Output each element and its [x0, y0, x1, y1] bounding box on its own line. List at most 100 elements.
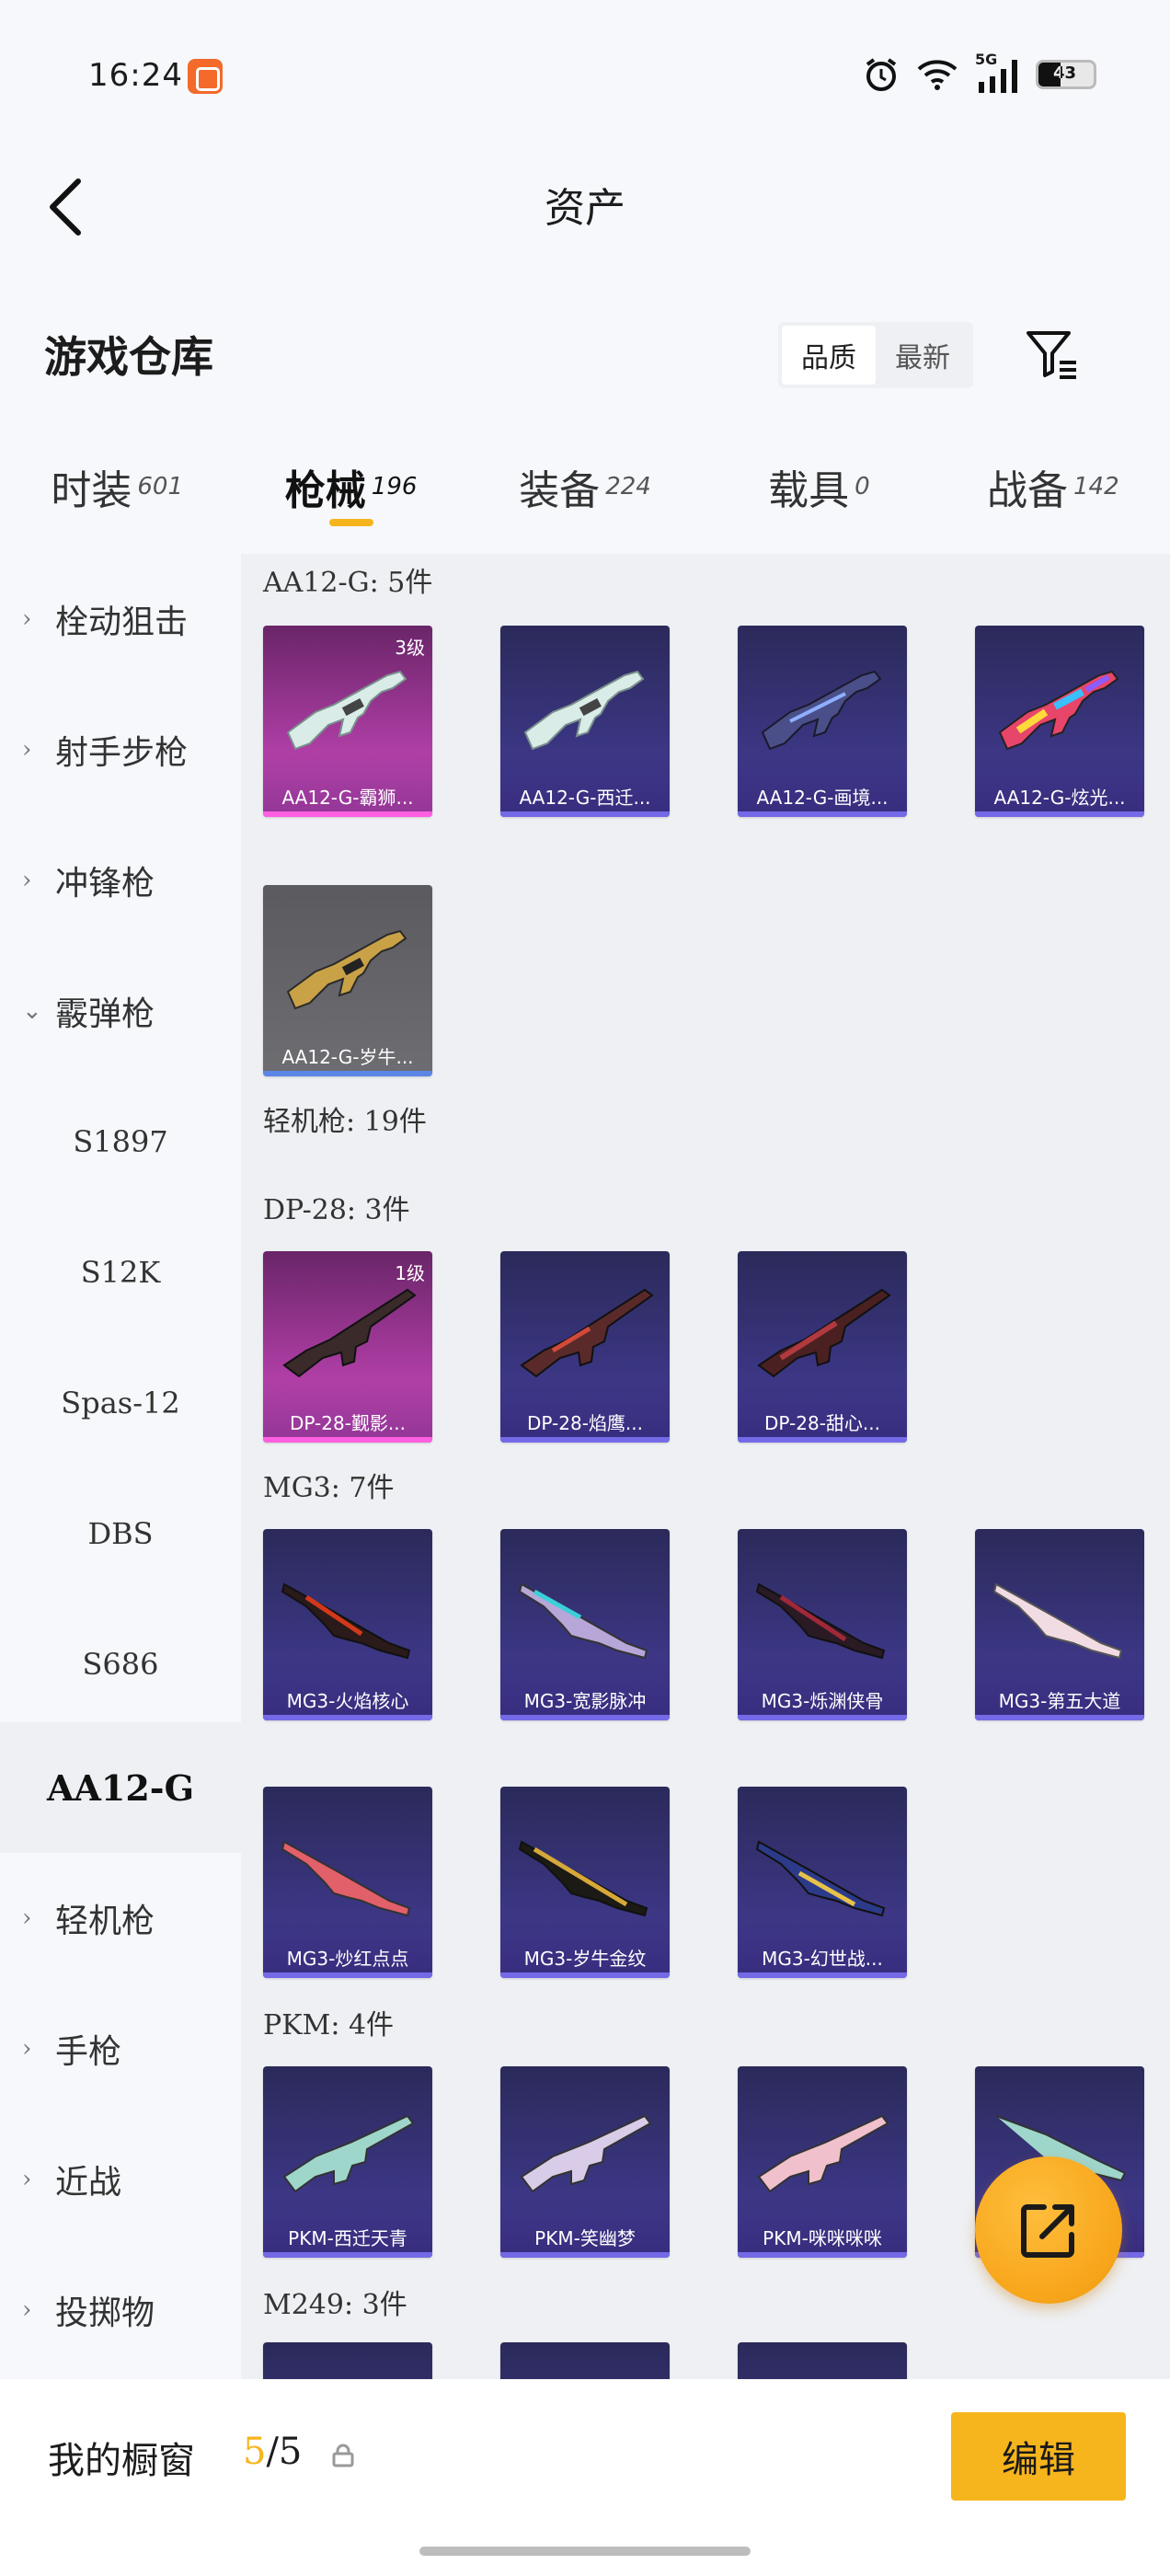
warehouse-title: 游戏仓库	[44, 332, 213, 382]
weapon-image	[283, 1289, 416, 1377]
share-icon	[1021, 2204, 1074, 2258]
item-card[interactable]: DP-28-甜心...	[738, 1251, 907, 1443]
weapon-image	[755, 1840, 886, 1917]
item-card[interactable]: AA12-G-岁牛...	[263, 885, 432, 1076]
weapon-image	[520, 1288, 654, 1378]
item-name: AA12-G-岁牛...	[281, 1046, 414, 1068]
item-card[interactable]: MG3-烁渊侠骨	[738, 1529, 907, 1720]
status-icons: 5G 43	[863, 51, 1096, 96]
tab-count: 601	[137, 473, 184, 500]
sidebar-subitem-s686[interactable]: S686	[0, 1599, 241, 1730]
item-name: PKM-笑幽梦	[534, 2227, 636, 2249]
item-name: AA12-G-霸狮...	[281, 787, 414, 809]
weapon-image	[524, 671, 644, 750]
item-card[interactable]: MG3-火焰核心	[263, 1529, 432, 1720]
tab-count: 0	[855, 473, 870, 500]
tab-count: 224	[605, 473, 651, 500]
sort-quality-button[interactable]: 品质	[782, 326, 876, 385]
group-label-lmg: 轻机枪: 19件	[263, 1106, 427, 1138]
status-bar: 16:24 5G 43	[0, 0, 1170, 147]
filter-button[interactable]	[1023, 326, 1082, 385]
active-tab-indicator	[328, 519, 373, 526]
edit-button[interactable]: 编辑	[951, 2412, 1126, 2501]
item-name: AA12-G-炫光...	[993, 787, 1126, 809]
sidebar-item-label: 射手步枪	[55, 734, 189, 772]
weapon-image	[281, 1840, 411, 1917]
item-name: MG3-烁渊侠骨	[761, 1690, 884, 1712]
sidebar-subitem-dbs[interactable]: DBS	[0, 1468, 241, 1599]
item-card[interactable]: DP-28-焰鹰...	[500, 1251, 670, 1443]
item-name: MG3-幻世战...	[762, 1948, 883, 1970]
sidebar-item-label: 栓动狙击	[55, 604, 189, 641]
item-card[interactable]: AA12-G-画境...	[738, 626, 907, 817]
item-card[interactable]: PKM-西迁天青	[263, 2066, 432, 2258]
sort-newest-button[interactable]: 最新	[876, 326, 969, 385]
item-card[interactable]: MG3-炒红点点	[263, 1787, 432, 1978]
chevron-down-icon: ⌄	[22, 997, 42, 1025]
tab-label: 装备	[519, 467, 601, 514]
share-fab[interactable]	[975, 2156, 1122, 2304]
sidebar-item-throwables[interactable]: › 投掷物	[0, 2245, 241, 2375]
sidebar-subitem-s1897[interactable]: S1897	[0, 1076, 241, 1207]
sidebar-item-pistol[interactable]: › 手枪	[0, 1984, 241, 2114]
sidebar-item-label: 冲锋枪	[55, 865, 155, 903]
sidebar-item-lmg[interactable]: › 轻机枪	[0, 1853, 241, 1984]
sidebar-item-melee[interactable]: › 近战	[0, 2114, 241, 2245]
weapon-image	[518, 1840, 648, 1917]
sidebar-item-smg[interactable]: › 冲锋枪	[0, 815, 241, 946]
tab-outfits[interactable]: 时装 601	[0, 420, 234, 554]
item-card[interactable]: MG3-岁牛金纹	[500, 1787, 670, 1978]
tab-equipment[interactable]: 装备 224	[468, 420, 702, 554]
sidebar-item-bolt-sniper[interactable]: › 栓动狙击	[0, 554, 241, 684]
item-name: MG3-第五大道	[998, 1690, 1121, 1712]
sidebar-subitem-spas12[interactable]: Spas-12	[0, 1338, 241, 1468]
tab-count: 142	[1073, 473, 1119, 500]
item-card[interactable]	[500, 2342, 670, 2379]
item-name: DP-28-觐影...	[290, 1412, 406, 1434]
level-badge: 3级	[395, 637, 425, 659]
showcase-label: 我的橱窗	[48, 2440, 195, 2482]
weapon-image	[520, 2114, 652, 2193]
tab-label: 载具	[768, 467, 850, 514]
sidebar-item-label: 近战	[55, 2164, 122, 2202]
item-card[interactable]: 3级 AA12-G-霸狮...	[263, 626, 432, 817]
weapon-type-sidebar: › 栓动狙击 › 射手步枪 › 冲锋枪 ⌄ 霰弹枪 S1897 S12K Spas-12…	[0, 554, 241, 2379]
chevron-right-icon: ›	[22, 2035, 32, 2063]
item-card[interactable]: MG3-幻世战...	[738, 1787, 907, 1978]
item-card[interactable]: MG3-宽影脉冲	[500, 1529, 670, 1720]
item-card[interactable]: AA12-G-西迁...	[500, 626, 670, 817]
item-card[interactable]	[263, 2342, 432, 2379]
page-title: 资产	[545, 185, 625, 232]
status-time: 16:24	[88, 57, 183, 94]
showcase-current: 5	[243, 2431, 267, 2473]
tab-vehicles[interactable]: 载具 0	[702, 420, 935, 554]
item-card[interactable]: PKM-笑幽梦	[500, 2066, 670, 2258]
item-card[interactable]	[738, 2342, 907, 2379]
sidebar-subitem-aa12g[interactable]: AA12-G	[0, 1722, 241, 1853]
chevron-right-icon: ›	[22, 605, 32, 633]
item-name: DP-28-焰鹰...	[527, 1412, 643, 1434]
battery-level: 43	[1053, 63, 1077, 83]
home-indicator[interactable]	[419, 2547, 751, 2556]
tab-label: 枪械	[284, 467, 366, 514]
item-card[interactable]: PKM-咪咪咪咪	[738, 2066, 907, 2258]
item-card[interactable]: 1级 DP-28-觐影...	[263, 1251, 432, 1443]
sidebar-item-dmr[interactable]: › 射手步枪	[0, 684, 241, 815]
group-label-pkm: PKM: 4件	[263, 2009, 395, 2041]
item-name: MG3-火焰核心	[286, 1690, 409, 1712]
item-card[interactable]: MG3-第五大道	[975, 1529, 1144, 1720]
sidebar-item-shotgun[interactable]: ⌄ 霰弹枪	[0, 946, 241, 1076]
item-card[interactable]: AA12-G-炫光...	[975, 626, 1144, 817]
sidebar-subitem-s12k[interactable]: S12K	[0, 1207, 241, 1338]
weapon-image	[281, 1582, 411, 1660]
signal-icon: 5G	[975, 51, 1019, 93]
group-label-dp28: DP-28: 3件	[263, 1194, 410, 1226]
weapon-image	[286, 929, 407, 1010]
item-name: MG3-宽影脉冲	[523, 1690, 647, 1712]
tab-label: 战备	[987, 467, 1068, 514]
tab-guns[interactable]: 枪械 196	[234, 420, 467, 554]
weapon-image	[998, 670, 1119, 751]
item-name: PKM-咪咪咪咪	[763, 2227, 882, 2249]
tab-supplies[interactable]: 战备 142	[936, 420, 1170, 554]
chevron-right-icon: ›	[22, 2296, 32, 2324]
